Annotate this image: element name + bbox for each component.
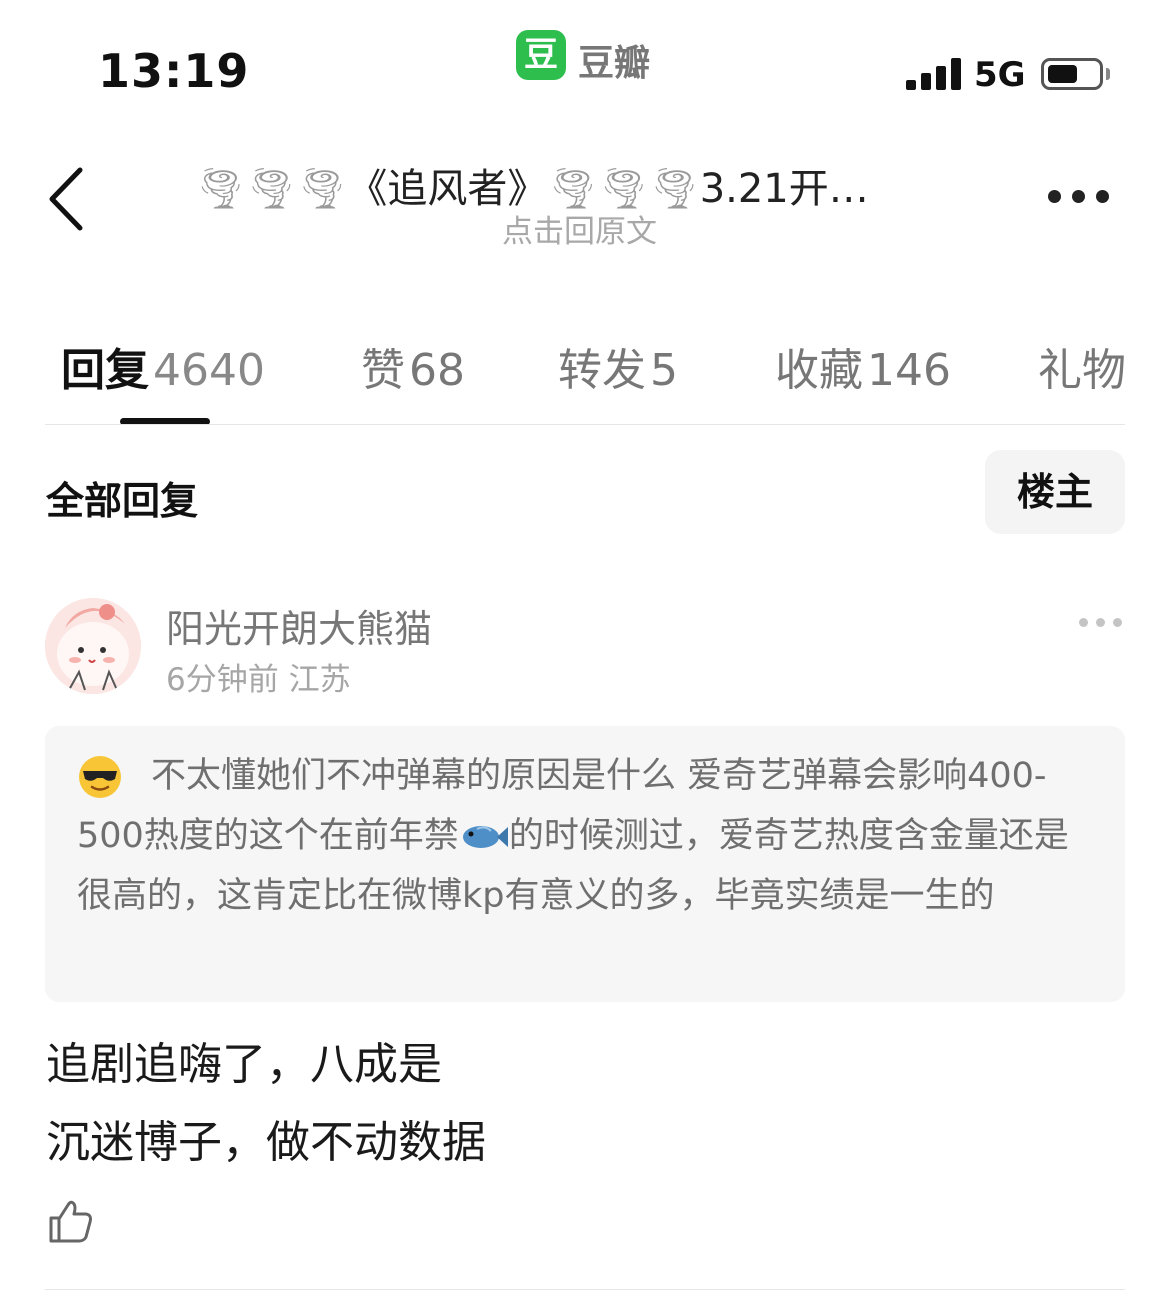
battery-cap [1106, 68, 1110, 80]
back-to-original-link[interactable]: 点击回原文 [502, 206, 657, 251]
tab-label: 礼物 [1038, 345, 1126, 396]
comment-line: 沉迷博子，做不动数据 [46, 1117, 486, 1168]
comment-more-icon[interactable] [1079, 618, 1123, 628]
like-button[interactable] [46, 1196, 96, 1246]
tab-count: 146 [867, 345, 951, 396]
avatar[interactable] [45, 598, 141, 694]
op-only-button[interactable]: 楼主 [985, 450, 1125, 534]
thumbs-up-icon [49, 1200, 92, 1243]
fish-emoji-icon [462, 826, 508, 848]
tab-collections[interactable]: 收藏146 [775, 334, 951, 398]
signal-strength-icon [906, 58, 962, 90]
divider [45, 1289, 1125, 1290]
back-button[interactable] [44, 164, 94, 234]
more-options-icon[interactable] [1048, 190, 1110, 204]
network-type: 5G [974, 55, 1026, 95]
divider [45, 424, 1125, 425]
tab-label: 转发 [558, 345, 646, 396]
tab-likes[interactable]: 赞68 [361, 334, 465, 398]
tab-replies[interactable]: 回复4640 [61, 334, 265, 398]
tab-count: 68 [409, 345, 465, 396]
tab-reposts[interactable]: 转发5 [558, 334, 678, 398]
comment-meta: 6分钟前 江苏 [166, 662, 351, 698]
sunglasses-emoji-icon [79, 756, 121, 798]
tab-label: 赞 [361, 345, 405, 396]
tab-count: 5 [650, 345, 678, 396]
tab-gifts[interactable]: 礼物 [1038, 334, 1126, 398]
battery-icon [1041, 58, 1103, 90]
status-time: 13:19 [98, 44, 250, 98]
douban-logo-icon: 豆 [516, 30, 566, 80]
tornado-emoji-icon: 🌪🌪🌪 [195, 166, 348, 212]
quoted-comment[interactable]: 不太懂她们不冲弹幕的原因是什么 爱奇艺弹幕会影响400-500热度的这个在前年禁… [45, 726, 1125, 1002]
tab-label: 回复 [61, 345, 149, 396]
comment-line: 追剧追嗨了，八成是 [46, 1039, 442, 1090]
chevron-left-icon [49, 167, 83, 231]
tab-count: 4640 [153, 345, 265, 396]
comment-username[interactable]: 阳光开朗大熊猫 [166, 598, 432, 653]
comment-body: 追剧追嗨了，八成是 沉迷博子，做不动数据 [46, 1026, 486, 1182]
avatar-image [45, 598, 141, 694]
title-suffix: 3.21开… [699, 166, 869, 212]
all-replies-heading: 全部回复 [46, 479, 199, 523]
app-name: 豆瓣 [578, 43, 651, 84]
tab-label: 收藏 [775, 345, 863, 396]
